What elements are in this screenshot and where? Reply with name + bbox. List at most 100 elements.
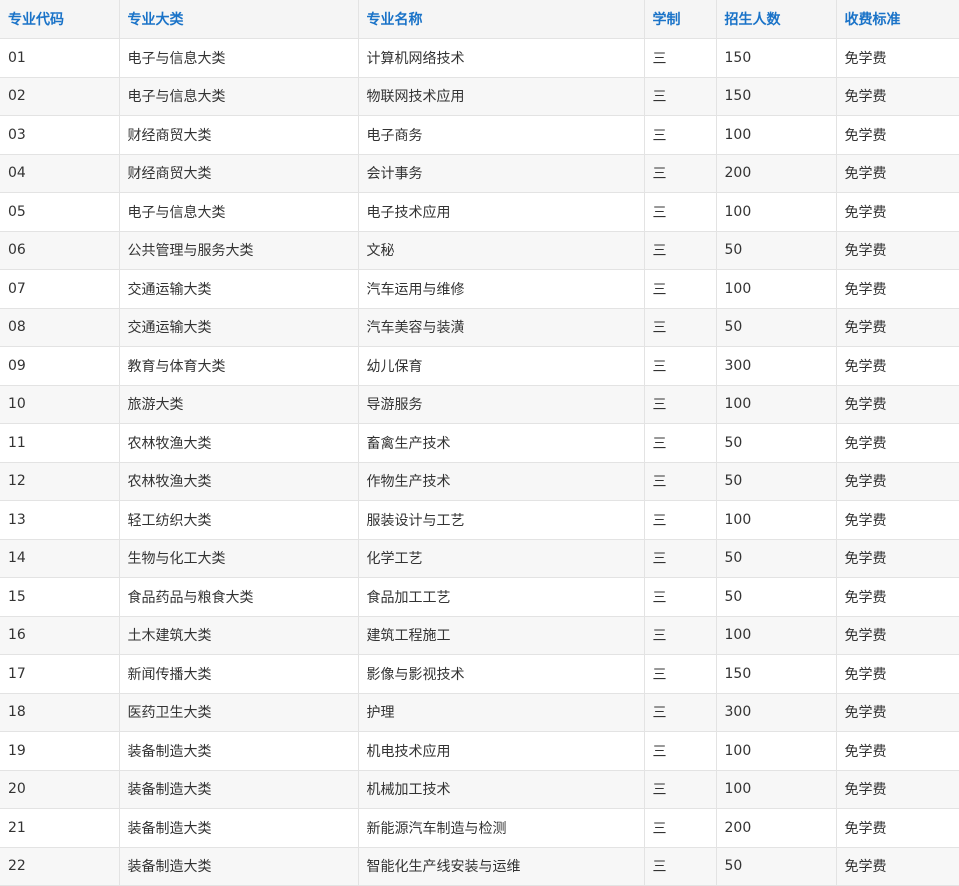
table-row: 17 新闻传播大类 影像与影视技术三 150 免学费 (0, 654, 959, 694)
cell-major-category: 土木建筑大类 (118, 615, 359, 655)
cell-enrollment: 100 (715, 192, 837, 232)
cell-duration: 三 (643, 769, 717, 809)
cell-fee: 免学费 (835, 38, 959, 78)
cell-enrollment: 50 (715, 423, 837, 463)
cell-major-name: 汽车美容与装潢 (357, 307, 645, 347)
cell-major-name: 建筑工程施工 (357, 615, 645, 655)
cell-duration: 三 (643, 615, 717, 655)
cell-major-code: 16 (0, 615, 120, 655)
cell-duration: 三 (643, 692, 717, 732)
cell-major-code: 11 (0, 423, 120, 463)
cell-major-category: 电子与信息大类 (118, 192, 359, 232)
cell-major-category: 装备制造大类 (118, 731, 359, 771)
cell-major-code: 08 (0, 307, 120, 347)
cell-duration: 三 (643, 346, 717, 386)
cell-major-code: 03 (0, 115, 120, 155)
cell-major-category: 生物与化工大类 (118, 538, 359, 578)
table-row: 16 土木建筑大类 建筑工程施工三 100 免学费 (0, 615, 959, 655)
cell-major-category: 公共管理与服务大类 (118, 230, 359, 270)
cell-enrollment: 100 (715, 500, 837, 540)
cell-fee: 免学费 (835, 115, 959, 155)
cell-major-name: 幼儿保育 (357, 346, 645, 386)
table-header: 专业代码 专业大类 专业名称 学制 招生人数 收费标准 (0, 0, 959, 39)
cell-major-code: 04 (0, 153, 120, 193)
cell-duration: 三 (643, 538, 717, 578)
cell-enrollment: 100 (715, 269, 837, 309)
cell-major-code: 12 (0, 461, 120, 501)
majors-table: 专业代码 专业大类 专业名称 学制 招生人数 收费标准 01 电子与信息大类 计算机… (0, 0, 959, 886)
cell-fee: 免学费 (835, 461, 959, 501)
cell-duration: 三 (643, 384, 717, 424)
cell-major-category: 装备制造大类 (118, 808, 359, 848)
cell-major-category: 交通运输大类 (118, 307, 359, 347)
cell-major-name: 机械加工技术 (357, 769, 645, 809)
cell-duration: 三 (643, 461, 717, 501)
cell-major-name: 文秘 (357, 230, 645, 270)
cell-enrollment: 150 (715, 654, 837, 694)
cell-fee: 免学费 (835, 346, 959, 386)
table-row: 10 旅游大类 导游服务三 100 免学费 (0, 384, 959, 424)
table-row: 03 财经商贸大类 电子商务三 100 免学费 (0, 115, 959, 155)
cell-major-category: 旅游大类 (118, 384, 359, 424)
table-row: 14 生物与化工大类 化学工艺三 50 免学费 (0, 538, 959, 578)
cell-major-name: 机电技术应用 (357, 731, 645, 771)
table-row: 22 装备制造大类 智能化生产线安装与运维三 50 免学费 (0, 846, 959, 886)
cell-enrollment: 200 (715, 808, 837, 848)
cell-major-name: 物联网技术应用 (357, 76, 645, 116)
cell-major-category: 新闻传播大类 (118, 654, 359, 694)
cell-fee: 免学费 (835, 76, 959, 116)
cell-major-category: 电子与信息大类 (118, 76, 359, 116)
cell-fee: 免学费 (835, 269, 959, 309)
table-row: 11 农林牧渔大类 畜禽生产技术三 50 免学费 (0, 423, 959, 463)
cell-major-name: 电子技术应用 (357, 192, 645, 232)
table-row: 09 教育与体育大类 幼儿保育三 300 免学费 (0, 346, 959, 386)
table-row: 18 医药卫生大类 护理三 300 免学费 (0, 692, 959, 732)
cell-duration: 三 (643, 269, 717, 309)
cell-major-code: 10 (0, 384, 120, 424)
cell-major-name: 食品加工工艺 (357, 577, 645, 617)
cell-fee: 免学费 (835, 654, 959, 694)
header-fee: 收费标准 (835, 0, 959, 39)
cell-enrollment: 300 (715, 346, 837, 386)
header-duration: 学制 (643, 0, 717, 39)
cell-major-name: 畜禽生产技术 (357, 423, 645, 463)
cell-enrollment: 50 (715, 846, 837, 886)
cell-enrollment: 50 (715, 307, 837, 347)
cell-fee: 免学费 (835, 577, 959, 617)
cell-major-code: 06 (0, 230, 120, 270)
table-row: 15 食品药品与粮食大类 食品加工工艺三 50 免学费 (0, 577, 959, 617)
cell-major-category: 医药卫生大类 (118, 692, 359, 732)
cell-duration: 三 (643, 500, 717, 540)
cell-duration: 三 (643, 654, 717, 694)
cell-fee: 免学费 (835, 731, 959, 771)
table-row: 04 财经商贸大类 会计事务三 200 免学费 (0, 153, 959, 193)
cell-enrollment: 200 (715, 153, 837, 193)
cell-major-name: 服装设计与工艺 (357, 500, 645, 540)
cell-major-code: 18 (0, 692, 120, 732)
header-enrollment: 招生人数 (715, 0, 837, 39)
cell-duration: 三 (643, 846, 717, 886)
cell-fee: 免学费 (835, 423, 959, 463)
cell-major-code: 14 (0, 538, 120, 578)
table-row: 20 装备制造大类 机械加工技术三 100 免学费 (0, 769, 959, 809)
cell-major-name: 导游服务 (357, 384, 645, 424)
cell-major-code: 20 (0, 769, 120, 809)
cell-major-code: 09 (0, 346, 120, 386)
cell-enrollment: 50 (715, 230, 837, 270)
cell-enrollment: 50 (715, 461, 837, 501)
cell-major-name: 电子商务 (357, 115, 645, 155)
cell-duration: 三 (643, 307, 717, 347)
table-row: 02 电子与信息大类 物联网技术应用三 150 免学费 (0, 76, 959, 116)
cell-fee: 免学费 (835, 192, 959, 232)
cell-fee: 免学费 (835, 692, 959, 732)
cell-major-code: 01 (0, 38, 120, 78)
table-row: 07 交通运输大类 汽车运用与维修三 100 免学费 (0, 269, 959, 309)
cell-major-name: 计算机网络技术 (357, 38, 645, 78)
table-row: 13 轻工纺织大类 服装设计与工艺三 100 免学费 (0, 500, 959, 540)
cell-duration: 三 (643, 115, 717, 155)
header-row: 专业代码 专业大类 专业名称 学制 招生人数 收费标准 (0, 0, 959, 39)
cell-duration: 三 (643, 808, 717, 848)
table-row: 05 电子与信息大类 电子技术应用三 100 免学费 (0, 192, 959, 232)
cell-major-code: 05 (0, 192, 120, 232)
cell-duration: 三 (643, 76, 717, 116)
